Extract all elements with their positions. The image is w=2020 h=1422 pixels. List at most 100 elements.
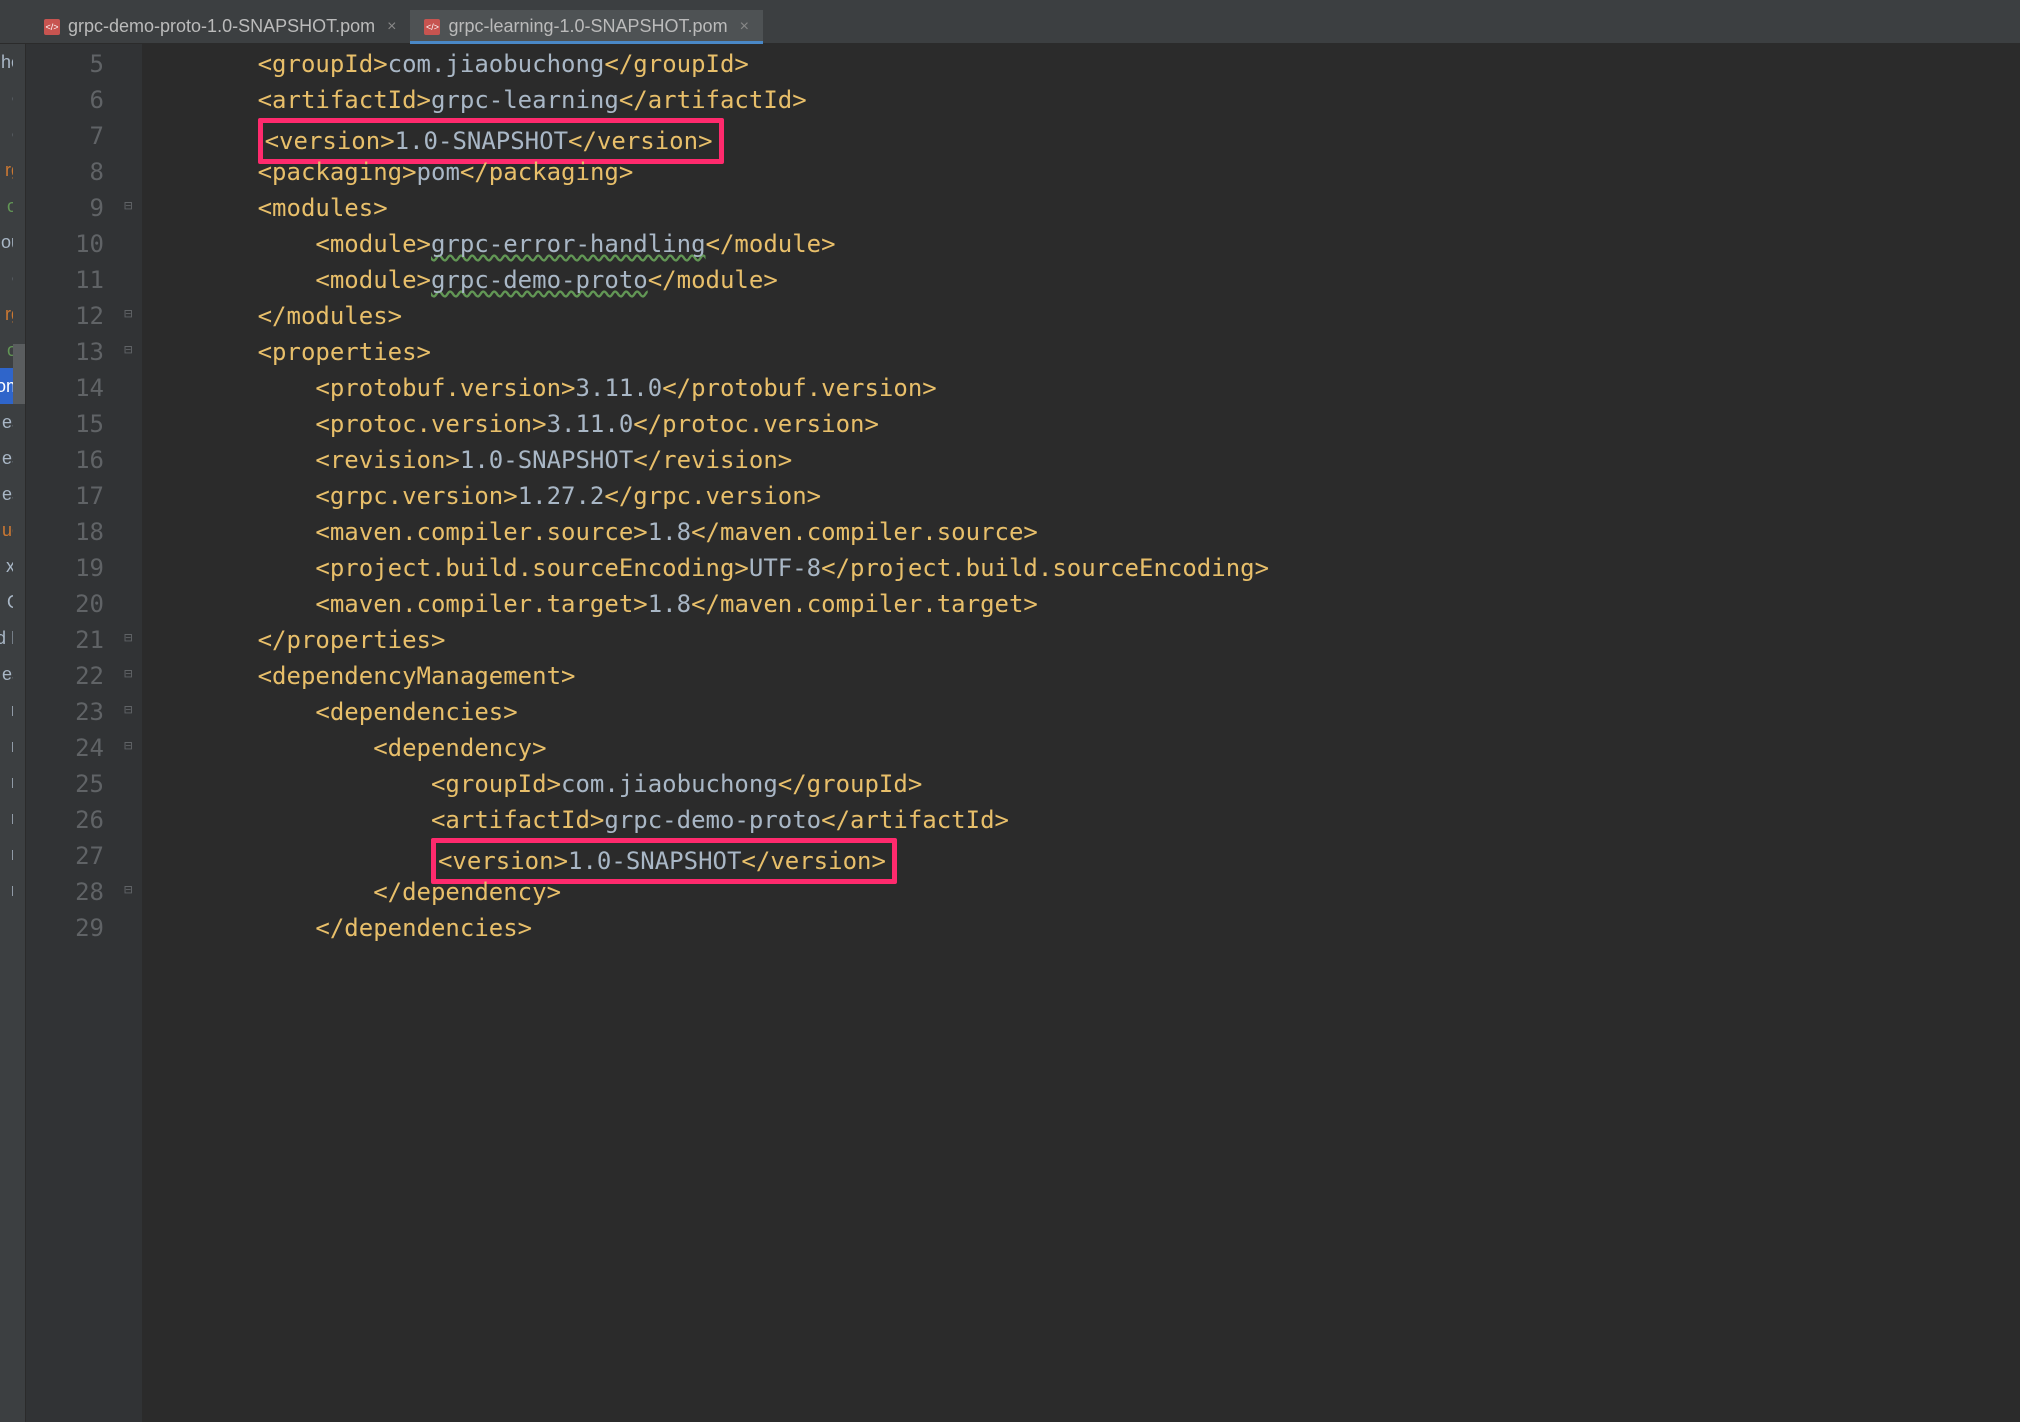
line-gutter: 5678910111213141516171819202122232425262…: [26, 44, 122, 1422]
xml-tag: </module>: [706, 230, 836, 258]
line-number: 26: [26, 802, 104, 838]
xml-tag: <version>: [265, 127, 395, 155]
xml-tag: <project.build.sourceEncoding>: [315, 554, 748, 582]
xml-tag: </protoc.version>: [633, 410, 879, 438]
code-line[interactable]: <module>grpc-demo-proto</module>: [142, 262, 2020, 298]
xml-tag: <version>: [438, 847, 568, 875]
line-number: 25: [26, 766, 104, 802]
code-line[interactable]: <grpc.version>1.27.2</grpc.version>: [142, 478, 2020, 514]
ide-window: grpc-demo-proto-1.0-SNAPSHOT.pom × grpc-…: [0, 0, 2020, 1422]
fold-toggle-icon[interactable]: ⊟: [124, 630, 132, 646]
close-icon[interactable]: ×: [387, 18, 396, 36]
xml-tag: <artifactId>: [431, 806, 604, 834]
xml-text: com.jiaobuchong: [388, 50, 605, 78]
code-line[interactable]: <dependencyManagement>: [142, 658, 2020, 694]
editor-tab[interactable]: grpc-learning-1.0-SNAPSHOT.pom ×: [410, 10, 762, 43]
code-editor[interactable]: 5678910111213141516171819202122232425262…: [26, 44, 2020, 1422]
xml-text: grpc-demo-proto: [604, 806, 821, 834]
line-number: 14: [26, 370, 104, 406]
xml-tag: <dependencyManagement>: [258, 662, 576, 690]
fold-toggle-icon[interactable]: ⊟: [124, 342, 132, 358]
fold-toggle-icon[interactable]: ⊟: [124, 702, 132, 718]
code-line[interactable]: <dependency>: [142, 730, 2020, 766]
editor-tab-bar: grpc-demo-proto-1.0-SNAPSHOT.pom × grpc-…: [0, 10, 2020, 44]
fold-toggle-icon[interactable]: ⊟: [124, 306, 132, 322]
xml-tag: <protoc.version>: [315, 410, 546, 438]
project-sidebar[interactable]: hoccrgoloucrgolomesesesucxrOd Lesnnnnnn: [0, 44, 26, 1422]
code-line[interactable]: <groupId>com.jiaobuchong</groupId>: [142, 46, 2020, 82]
code-line[interactable]: <packaging>pom</packaging>: [142, 154, 2020, 190]
code-line[interactable]: <dependencies>: [142, 694, 2020, 730]
xml-tag: </project.build.sourceEncoding>: [821, 554, 1269, 582]
code-area[interactable]: <groupId>com.jiaobuchong</groupId> <arti…: [142, 44, 2020, 1422]
xml-tag: </groupId>: [778, 770, 923, 798]
code-line[interactable]: <modules>: [142, 190, 2020, 226]
code-line[interactable]: </modules>: [142, 298, 2020, 334]
xml-text: 1.27.2: [518, 482, 605, 510]
xml-tag: <dependency>: [373, 734, 546, 762]
xml-tag: <modules>: [258, 194, 388, 222]
line-number: 27: [26, 838, 104, 874]
xml-tag: <packaging>: [258, 158, 417, 186]
xml-tag: <protobuf.version>: [315, 374, 575, 402]
code-line[interactable]: <version>1.0-SNAPSHOT</version>: [142, 118, 2020, 154]
xml-text: 1.0-SNAPSHOT: [395, 127, 568, 155]
code-line[interactable]: <artifactId>grpc-learning</artifactId>: [142, 82, 2020, 118]
code-line[interactable]: <module>grpc-error-handling</module>: [142, 226, 2020, 262]
fold-toggle-icon[interactable]: ⊟: [124, 738, 132, 754]
code-line[interactable]: <protoc.version>3.11.0</protoc.version>: [142, 406, 2020, 442]
xml-text: 1.0-SNAPSHOT: [568, 847, 741, 875]
xml-text: grpc-demo-proto: [431, 266, 648, 294]
xml-tag: </protobuf.version>: [662, 374, 937, 402]
editor-tab[interactable]: grpc-demo-proto-1.0-SNAPSHOT.pom ×: [30, 10, 410, 43]
sidebar-scroll-thumb[interactable]: [13, 344, 25, 404]
xml-tag: </module>: [648, 266, 778, 294]
xml-tag: <artifactId>: [258, 86, 431, 114]
line-number: 13: [26, 334, 104, 370]
xml-text: UTF-8: [749, 554, 821, 582]
xml-tag: </grpc.version>: [604, 482, 821, 510]
code-line[interactable]: <properties>: [142, 334, 2020, 370]
code-line[interactable]: <groupId>com.jiaobuchong</groupId>: [142, 766, 2020, 802]
editor-body: hoccrgoloucrgolomesesesucxrOd Lesnnnnnn …: [0, 44, 2020, 1422]
line-number: 28: [26, 874, 104, 910]
sidebar-scroll-trough: [13, 44, 25, 1422]
line-number: 5: [26, 46, 104, 82]
line-number: 9: [26, 190, 104, 226]
xml-text: 3.11.0: [575, 374, 662, 402]
line-number: 24: [26, 730, 104, 766]
code-line[interactable]: <protobuf.version>3.11.0</protobuf.versi…: [142, 370, 2020, 406]
fold-toggle-icon[interactable]: ⊟: [124, 666, 132, 682]
tab-label: grpc-demo-proto-1.0-SNAPSHOT.pom: [68, 16, 375, 37]
line-number: 15: [26, 406, 104, 442]
line-number: 21: [26, 622, 104, 658]
xml-tag: </version>: [741, 847, 886, 875]
xml-tag: </properties>: [258, 626, 446, 654]
code-line[interactable]: <version>1.0-SNAPSHOT</version>: [142, 838, 2020, 874]
code-line[interactable]: </dependencies>: [142, 910, 2020, 946]
xml-text: 1.8: [648, 590, 691, 618]
code-line[interactable]: <maven.compiler.target>1.8</maven.compil…: [142, 586, 2020, 622]
code-line[interactable]: <revision>1.0-SNAPSHOT</revision>: [142, 442, 2020, 478]
code-line[interactable]: <project.build.sourceEncoding>UTF-8</pro…: [142, 550, 2020, 586]
line-number: 7: [26, 118, 104, 154]
xml-tag: </packaging>: [460, 158, 633, 186]
fold-toggle-icon[interactable]: ⊟: [124, 882, 132, 898]
code-line[interactable]: </dependency>: [142, 874, 2020, 910]
code-line[interactable]: <artifactId>grpc-demo-proto</artifactId>: [142, 802, 2020, 838]
fold-toggle-icon[interactable]: ⊟: [124, 198, 132, 214]
xml-text: pom: [417, 158, 460, 186]
xml-tag: <maven.compiler.source>: [315, 518, 647, 546]
line-number: 23: [26, 694, 104, 730]
close-icon[interactable]: ×: [740, 18, 749, 36]
line-number: 22: [26, 658, 104, 694]
line-number: 11: [26, 262, 104, 298]
code-line[interactable]: </properties>: [142, 622, 2020, 658]
xml-tag: <dependencies>: [315, 698, 517, 726]
breadcrumb-bar: [0, 0, 2020, 10]
xml-tag: <groupId>: [431, 770, 561, 798]
fold-column[interactable]: ⊟ ⊟ ⊟ ⊟ ⊟ ⊟ ⊟ ⊟: [122, 44, 142, 1422]
xml-tag: <groupId>: [258, 50, 388, 78]
line-number: 18: [26, 514, 104, 550]
code-line[interactable]: <maven.compiler.source>1.8</maven.compil…: [142, 514, 2020, 550]
